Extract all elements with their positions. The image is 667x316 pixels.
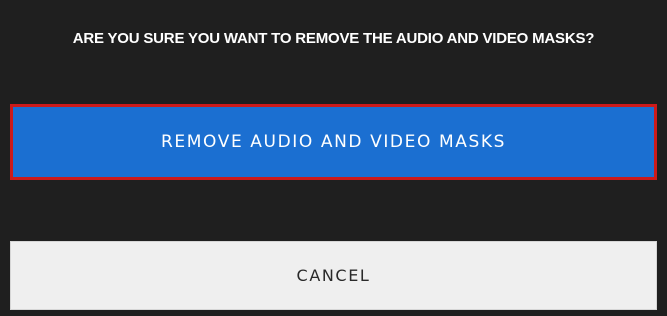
dialog-title: ARE YOU SURE YOU WANT TO REMOVE THE AUDI… (72, 30, 595, 47)
remove-audio-video-masks-button[interactable]: REMOVE AUDIO AND VIDEO MASKS (10, 104, 657, 180)
cancel-button-label: CANCEL (296, 266, 371, 285)
cancel-button[interactable]: CANCEL (10, 241, 657, 310)
remove-masks-dialog: ARE YOU SURE YOU WANT TO REMOVE THE AUDI… (0, 0, 667, 316)
remove-button-label: REMOVE AUDIO AND VIDEO MASKS (161, 132, 506, 152)
